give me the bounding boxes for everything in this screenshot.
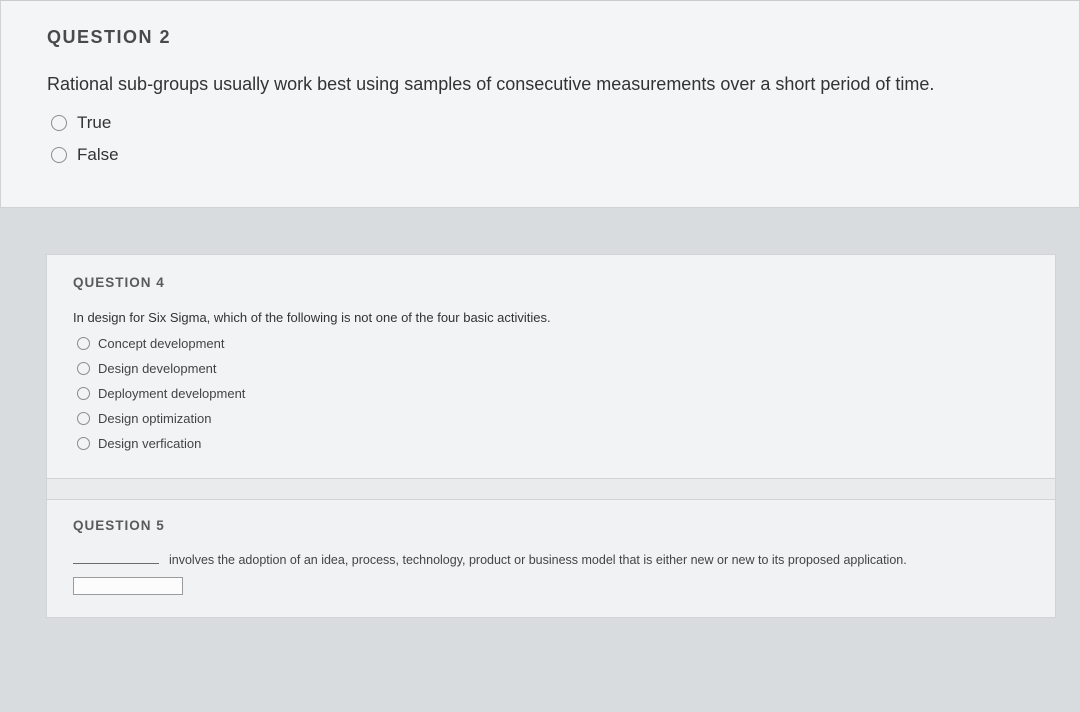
option-row[interactable]: Concept development bbox=[77, 335, 1029, 352]
option-row-true[interactable]: True bbox=[51, 111, 1039, 135]
radio-icon[interactable] bbox=[77, 362, 90, 375]
question-4-prompt: In design for Six Sigma, which of the fo… bbox=[73, 310, 1029, 325]
option-label: Design development bbox=[98, 361, 217, 376]
radio-icon[interactable] bbox=[77, 437, 90, 450]
option-row[interactable]: Design development bbox=[77, 360, 1029, 377]
radio-icon[interactable] bbox=[77, 412, 90, 425]
question-5-block: QUESTION 5 involves the adoption of an i… bbox=[46, 499, 1056, 618]
radio-icon[interactable] bbox=[77, 337, 90, 350]
radio-icon[interactable] bbox=[51, 115, 67, 131]
option-row-false[interactable]: False bbox=[51, 143, 1039, 167]
question-2-block: QUESTION 2 Rational sub-groups usually w… bbox=[0, 0, 1080, 208]
option-row[interactable]: Design verfication bbox=[77, 435, 1029, 452]
question-2-options: True False bbox=[47, 111, 1039, 167]
option-label: True bbox=[77, 113, 111, 133]
option-label: Design verfication bbox=[98, 436, 201, 451]
question-2-header: QUESTION 2 bbox=[47, 27, 1039, 48]
radio-icon[interactable] bbox=[51, 147, 67, 163]
answer-input[interactable] bbox=[73, 577, 183, 595]
question-4-options: Concept development Design development D… bbox=[73, 335, 1029, 452]
option-row[interactable]: Deployment development bbox=[77, 385, 1029, 402]
option-label: Deployment development bbox=[98, 386, 245, 401]
lower-question-group: QUESTION 4 In design for Six Sigma, whic… bbox=[0, 254, 1080, 618]
option-label: Concept development bbox=[98, 336, 224, 351]
question-4-header: QUESTION 4 bbox=[73, 275, 1029, 290]
question-2-prompt: Rational sub-groups usually work best us… bbox=[47, 72, 1039, 97]
option-label: False bbox=[77, 145, 119, 165]
question-5-prompt-tail: involves the adoption of an idea, proces… bbox=[169, 553, 907, 567]
question-5-header: QUESTION 5 bbox=[73, 518, 1029, 533]
option-label: Design optimization bbox=[98, 411, 211, 426]
question-5-prompt-row: involves the adoption of an idea, proces… bbox=[73, 553, 1029, 567]
radio-icon[interactable] bbox=[77, 387, 90, 400]
question-4-block: QUESTION 4 In design for Six Sigma, whic… bbox=[46, 254, 1056, 479]
option-row[interactable]: Design optimization bbox=[77, 410, 1029, 427]
fill-in-blank-line bbox=[73, 553, 159, 564]
block-divider bbox=[46, 479, 1056, 499]
